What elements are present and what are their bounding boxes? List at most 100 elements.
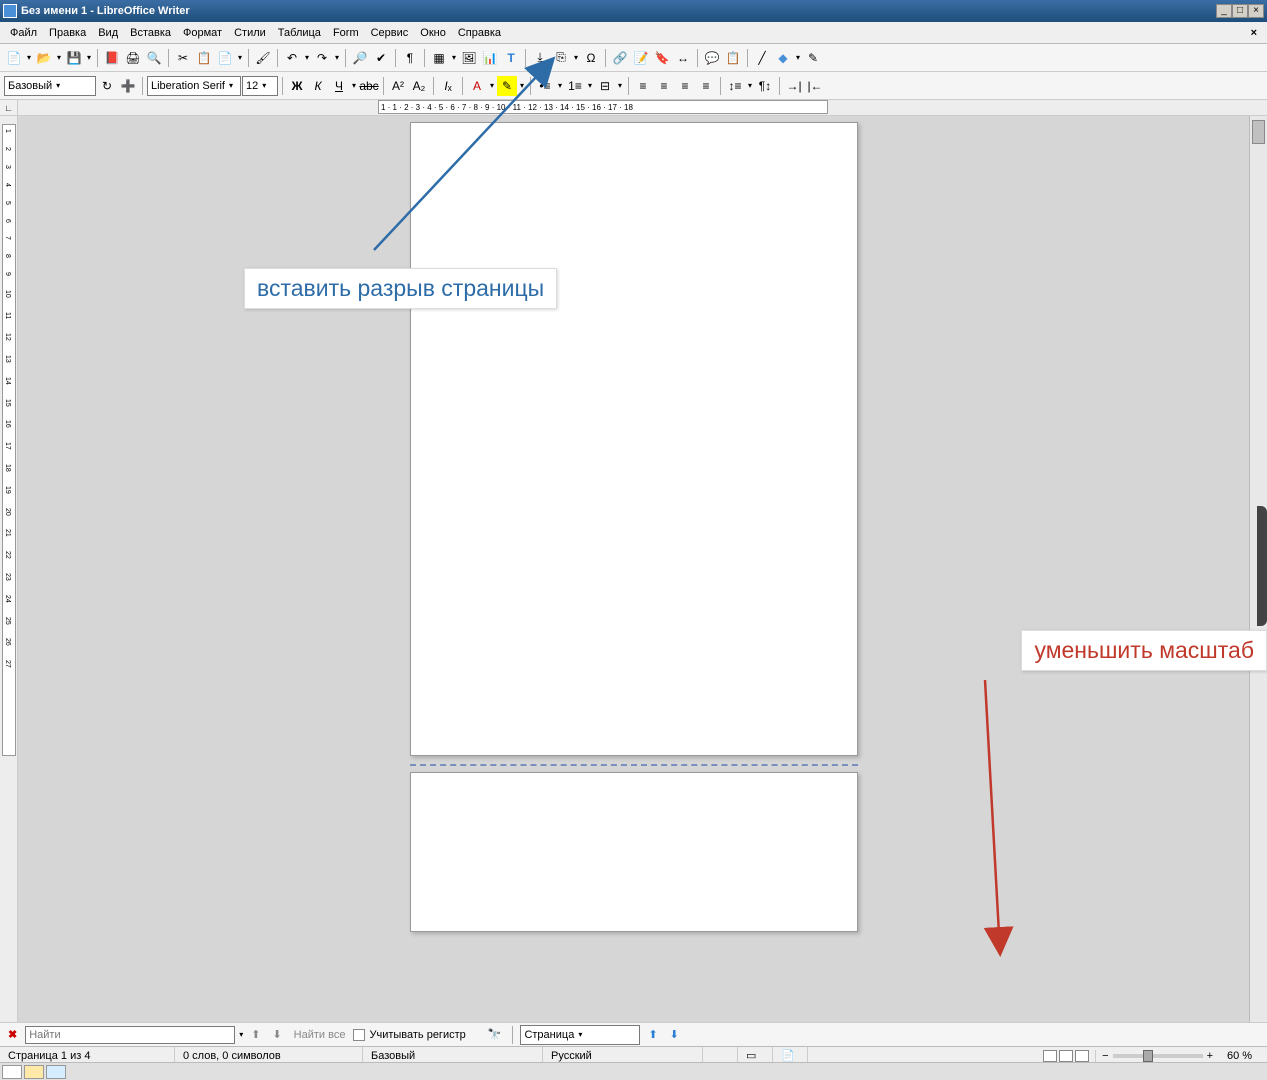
underline-dropdown[interactable]: ▾ (350, 76, 358, 96)
clear-format-icon[interactable]: Iₓ (438, 76, 458, 96)
new-dropdown[interactable]: ▾ (25, 48, 33, 68)
minimize-button[interactable]: _ (1216, 4, 1232, 18)
special-char-icon[interactable]: Ω (581, 48, 601, 68)
draw-icon[interactable]: ✎ (803, 48, 823, 68)
find-next-icon[interactable]: ⬇ (268, 1026, 285, 1043)
vertical-scrollbar[interactable] (1249, 116, 1267, 1026)
scrollbar-thumb[interactable] (1252, 120, 1265, 144)
field-icon[interactable]: ⎘ (551, 48, 571, 68)
redo-icon[interactable]: ↷ (312, 48, 332, 68)
print-icon[interactable]: 🖨 (123, 48, 143, 68)
horizontal-ruler[interactable]: 1 · 1 · 2 · 3 · 4 · 5 · 6 · 7 · 8 · 9 · … (18, 100, 1267, 115)
bold-icon[interactable]: Ж (287, 76, 307, 96)
line-spacing-dropdown[interactable]: ▾ (746, 76, 754, 96)
zoom-slider-track[interactable] (1113, 1054, 1203, 1058)
crossref-icon[interactable]: ↔ (673, 48, 693, 68)
cut-icon[interactable]: ✂ (173, 48, 193, 68)
bullets-icon[interactable]: •≡ (535, 76, 555, 96)
find-close-icon[interactable]: ✖ (4, 1028, 21, 1041)
sidebar-toggle[interactable] (1257, 506, 1267, 626)
print-preview-icon[interactable]: 🔍 (144, 48, 164, 68)
menu-view[interactable]: Вид (92, 24, 124, 42)
multi-page-icon[interactable] (1059, 1050, 1073, 1062)
menu-file[interactable]: Файл (4, 24, 43, 42)
vertical-ruler[interactable]: 1234567891011121314151617181920212223242… (0, 116, 18, 1026)
subscript-icon[interactable]: A₂ (409, 76, 429, 96)
update-style-icon[interactable]: ↻ (97, 76, 117, 96)
bookmark-icon[interactable]: 🔖 (652, 48, 672, 68)
undo-dropdown[interactable]: ▾ (303, 48, 311, 68)
font-color-dropdown[interactable]: ▾ (488, 76, 496, 96)
hyperlink-icon[interactable]: 🔗 (610, 48, 630, 68)
save-dropdown[interactable]: ▾ (85, 48, 93, 68)
tab-button-2[interactable] (24, 1065, 44, 1079)
page-1[interactable] (410, 122, 858, 756)
image-insert-icon[interactable]: 🖼 (459, 48, 479, 68)
comment-icon[interactable]: 💬 (702, 48, 722, 68)
find-prev-icon[interactable]: ⬆ (247, 1026, 264, 1043)
menu-insert[interactable]: Вставка (124, 24, 177, 42)
align-left-icon[interactable]: ≡ (633, 76, 653, 96)
menu-window[interactable]: Окно (414, 24, 452, 42)
document-close-icon[interactable]: × (1245, 24, 1263, 42)
find-dropdown[interactable]: ▾ (239, 1030, 243, 1039)
menu-styles[interactable]: Стили (228, 24, 272, 42)
align-justify-icon[interactable]: ≡ (696, 76, 716, 96)
highlight-dropdown[interactable]: ▾ (518, 76, 526, 96)
find-replace-icon[interactable]: 🔎 (350, 48, 370, 68)
highlight-icon[interactable]: ✎ (497, 76, 517, 96)
new-icon[interactable]: 📄 (4, 48, 24, 68)
save-icon[interactable]: 💾 (64, 48, 84, 68)
single-page-icon[interactable] (1043, 1050, 1057, 1062)
menu-form[interactable]: Form (327, 24, 365, 42)
italic-icon[interactable]: К (308, 76, 328, 96)
export-pdf-icon[interactable]: 📕 (102, 48, 122, 68)
open-icon[interactable]: 📂 (34, 48, 54, 68)
tab-button-1[interactable] (2, 1065, 22, 1079)
tab-button-3[interactable] (46, 1065, 66, 1079)
menu-table[interactable]: Таблица (272, 24, 327, 42)
close-button[interactable]: × (1248, 4, 1264, 18)
increase-indent-icon[interactable]: →| (784, 76, 804, 96)
zoom-out-button[interactable]: − (1102, 1050, 1108, 1062)
zoom-slider-thumb[interactable] (1143, 1050, 1153, 1062)
zoom-in-button[interactable]: + (1207, 1050, 1213, 1062)
underline-icon[interactable]: Ч (329, 76, 349, 96)
textbox-icon[interactable]: T (501, 48, 521, 68)
font-color-icon[interactable]: A (467, 76, 487, 96)
spellcheck-icon[interactable]: ✔ (371, 48, 391, 68)
numbering-dropdown[interactable]: ▾ (586, 76, 594, 96)
align-right-icon[interactable]: ≡ (675, 76, 695, 96)
para-spacing-icon[interactable]: ¶↕ (755, 76, 775, 96)
book-view-icon[interactable] (1075, 1050, 1089, 1062)
open-dropdown[interactable]: ▾ (55, 48, 63, 68)
nav-prev-icon[interactable]: ⬆ (644, 1026, 661, 1043)
menu-tools[interactable]: Сервис (365, 24, 415, 42)
outline-dropdown[interactable]: ▾ (616, 76, 624, 96)
trackchanges-icon[interactable]: 📋 (723, 48, 743, 68)
navigator-icon[interactable]: 🔭 (484, 1026, 506, 1043)
page-break-icon[interactable]: ⤓ (530, 48, 550, 68)
font-size-combo[interactable]: 12▾ (242, 76, 278, 96)
new-style-icon[interactable]: ➕ (118, 76, 138, 96)
maximize-button[interactable]: □ (1232, 4, 1248, 18)
font-name-combo[interactable]: Liberation Serif▾ (147, 76, 241, 96)
paste-icon[interactable]: 📄 (215, 48, 235, 68)
bullets-dropdown[interactable]: ▾ (556, 76, 564, 96)
copy-icon[interactable]: 📋 (194, 48, 214, 68)
outline-icon[interactable]: ⊟ (595, 76, 615, 96)
numbering-icon[interactable]: 1≡ (565, 76, 585, 96)
menu-format[interactable]: Формат (177, 24, 228, 42)
nav-next-icon[interactable]: ⬇ (666, 1026, 683, 1043)
clone-format-icon[interactable]: 🖌 (253, 48, 273, 68)
find-input[interactable] (25, 1026, 235, 1044)
paragraph-style-combo[interactable]: Базовый▾ (4, 76, 96, 96)
line-spacing-icon[interactable]: ↕≡ (725, 76, 745, 96)
navigate-by-combo[interactable]: Страница▾ (520, 1025, 640, 1045)
superscript-icon[interactable]: A² (388, 76, 408, 96)
table-dropdown[interactable]: ▾ (450, 48, 458, 68)
strikethrough-icon[interactable]: abc (359, 76, 379, 96)
document-canvas[interactable] (18, 116, 1249, 1026)
page-2[interactable] (410, 772, 858, 932)
line-icon[interactable]: ╱ (752, 48, 772, 68)
